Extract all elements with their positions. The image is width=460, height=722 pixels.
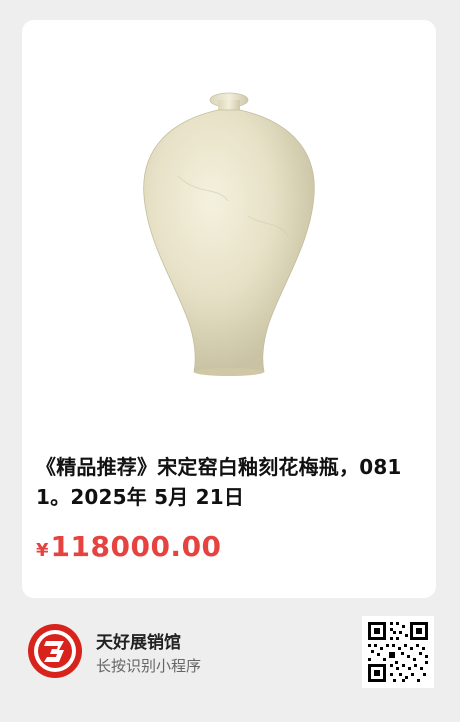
product-image <box>78 26 381 433</box>
product-card[interactable]: 《精品推荐》宋定窑白釉刻花梅瓶，0811。2025年 5月 21日 ¥ 1180… <box>22 20 436 598</box>
price: ¥ 118000.00 <box>36 530 222 570</box>
mini-program-hint: 长按识别小程序 <box>96 657 202 675</box>
mini-program-name: 天好展销馆 <box>96 633 181 653</box>
price-amount: 118000.00 <box>50 530 222 563</box>
currency-symbol: ¥ <box>36 540 49 561</box>
tianhao-logo-icon <box>28 624 82 678</box>
qr-code-icon[interactable] <box>362 616 434 688</box>
product-title: 《精品推荐》宋定窑白釉刻花梅瓶，0811。2025年 5月 21日 <box>36 455 402 509</box>
